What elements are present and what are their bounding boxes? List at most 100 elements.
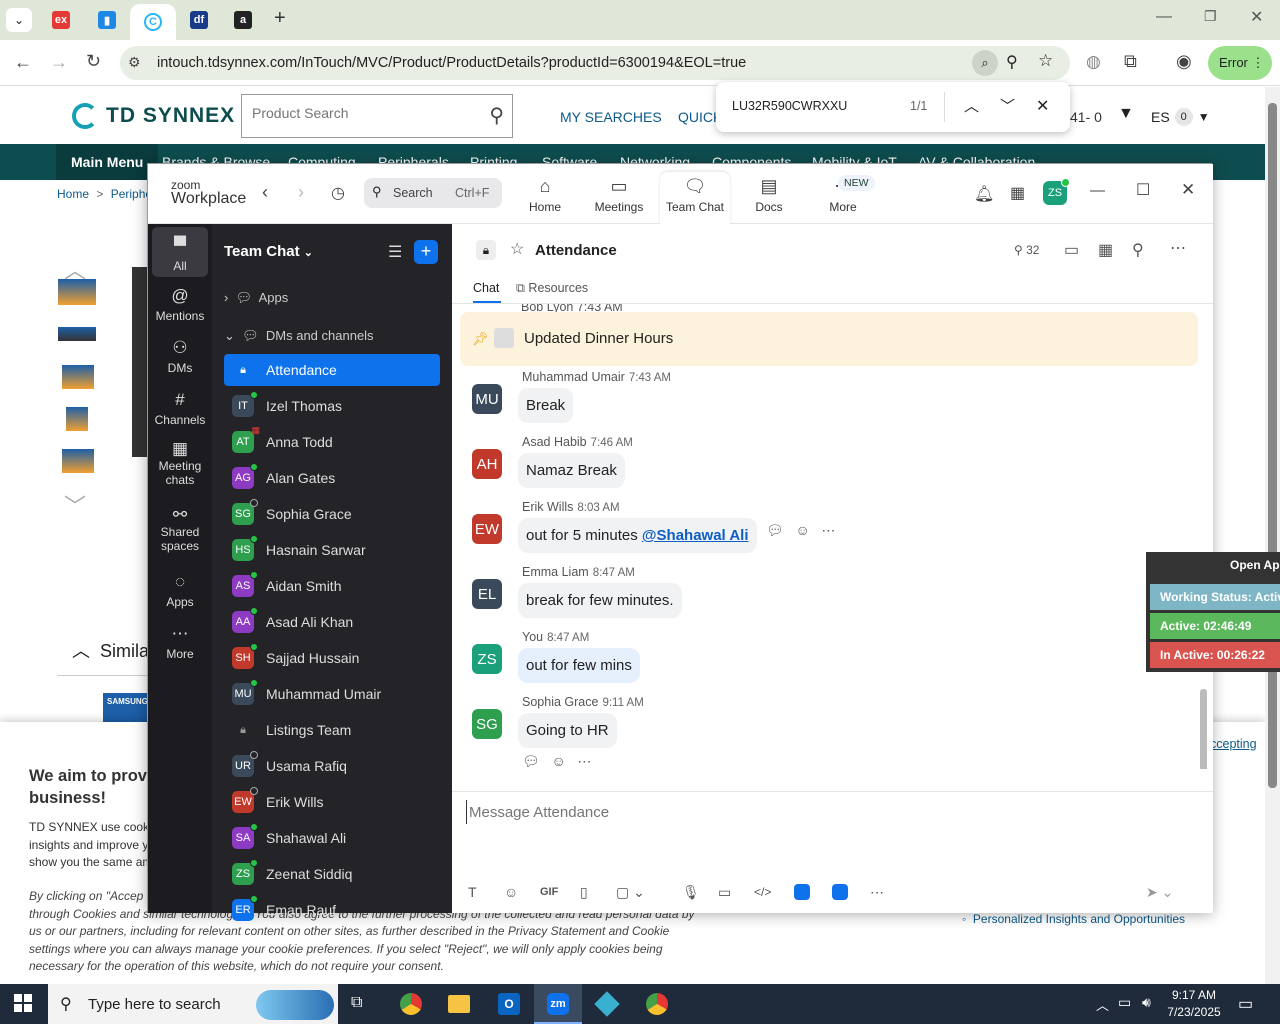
channel-item[interactable]: EW Erik Wills <box>224 786 440 818</box>
rail-all[interactable]: ▀ All <box>152 227 208 277</box>
apps-section[interactable]: › 💬︎ Apps <box>224 290 288 306</box>
microphone-icon[interactable]: 🎙︎ <box>682 884 700 901</box>
chrome-taskbar-icon[interactable] <box>400 993 422 1015</box>
browser-tab-ex[interactable]: ex <box>44 6 78 34</box>
product-thumbnail-1[interactable] <box>58 279 96 305</box>
product-thumbnail-5[interactable] <box>62 449 94 473</box>
network-icon[interactable]: ▭ <box>1118 994 1131 1011</box>
chat-message[interactable]: AH Asad Habib 7:46 AM Namaz Break <box>472 435 1192 495</box>
windows-start-icon[interactable] <box>14 994 32 1012</box>
find-in-page-icon[interactable]: ⌕ <box>972 50 998 76</box>
breadcrumb-home[interactable]: Home <box>57 187 89 201</box>
zoom-minimize-button[interactable]: — <box>1090 182 1105 199</box>
find-next-icon[interactable]: ﹀ <box>1000 95 1015 116</box>
mention-link[interactable]: @Shahawal Ali <box>642 527 749 544</box>
pinned-message[interactable]: 📌︎ Updated Dinner Hours <box>460 312 1198 366</box>
more-actions-icon[interactable]: ⋯ <box>577 753 591 769</box>
product-thumbnail-2[interactable] <box>58 327 96 341</box>
new-tab-button[interactable]: + <box>274 7 286 30</box>
restore-window-button[interactable]: ❐ <box>1204 8 1217 25</box>
sender-name[interactable]: Asad Habib <box>522 435 587 449</box>
tab-meetings[interactable]: ▭ Meetings <box>590 176 648 214</box>
video-message-icon[interactable]: ▭ <box>718 884 731 901</box>
tab-home[interactable]: ⌂ Home <box>518 176 572 214</box>
channel-item[interactable]: 🔒︎ Attendance <box>224 354 440 386</box>
browser-tab-2[interactable]: ▮ <box>90 6 124 34</box>
emoji-reaction-icon[interactable]: ☺ <box>551 753 565 769</box>
channel-item[interactable]: SA Shahawal Ali <box>224 822 440 854</box>
calendar-icon[interactable]: ▦ <box>1010 183 1025 203</box>
sender-name[interactable]: Emma Liam <box>522 565 589 579</box>
history-icon[interactable]: ◷ <box>331 183 345 203</box>
video-icon[interactable]: ▭ <box>1064 240 1079 260</box>
open-app-button[interactable]: Open Ap <box>1230 558 1280 572</box>
cart-dropdown-icon[interactable]: ▼ <box>1118 105 1134 123</box>
gif-button[interactable]: GIF <box>540 886 558 898</box>
notifications-icon[interactable]: ▭ <box>1238 994 1253 1014</box>
message-avatar[interactable]: MU <box>472 384 502 414</box>
message-compose-input[interactable] <box>466 800 1166 824</box>
rail-shared-spaces[interactable]: ⚯ Shared spaces <box>152 506 208 553</box>
more-options-icon[interactable]: ⋯ <box>1170 238 1186 258</box>
cart-count[interactable]: 41- 0 <box>1070 109 1102 125</box>
similar-products-heading[interactable]: ︿ Simila <box>72 637 149 663</box>
emoji-icon[interactable]: ☺ <box>504 884 518 900</box>
team-chat-title[interactable]: Team Chat ⌄ <box>224 243 313 260</box>
emoji-reaction-icon[interactable]: ☺ <box>795 522 809 538</box>
rail-dms[interactable]: ⚇ DMs <box>152 338 208 375</box>
task-view-icon[interactable]: ⧉ <box>351 994 362 1012</box>
message-avatar[interactable]: SG <box>472 709 502 739</box>
tab-team-chat[interactable]: 🗨 Team Chat <box>660 172 730 224</box>
my-searches-link[interactable]: MY SEARCHES <box>560 109 662 125</box>
code-icon[interactable]: </> <box>754 885 771 899</box>
rail-more[interactable]: ⋯ More <box>152 624 208 661</box>
url-text[interactable]: intouch.tdsynnex.com/InTouch/MVC/Product… <box>157 55 746 71</box>
new-chat-button[interactable]: + <box>414 240 438 264</box>
product-search-box[interactable]: ⚲ <box>241 94 513 138</box>
tab-docs[interactable]: ▤ Docs <box>744 176 794 214</box>
sender-name[interactable]: Sophia Grace <box>522 695 598 709</box>
file-explorer-icon[interactable] <box>448 995 470 1013</box>
tray-chevron-icon[interactable]: ︿ <box>1096 995 1109 1014</box>
translate-icon[interactable]: ◍ <box>1086 52 1101 72</box>
chat-message[interactable]: SG Sophia Grace 9:11 AM Going to HR <box>472 695 1192 755</box>
search-icon[interactable]: ⚲ <box>489 103 504 128</box>
message-bubble[interactable]: out for few mins <box>518 648 640 683</box>
product-search-input[interactable] <box>252 105 472 121</box>
clock[interactable]: 9:17 AM 7/23/2025 <box>1164 987 1224 1021</box>
rail-apps[interactable]: ◌ Apps <box>152 572 208 609</box>
forward-icon[interactable]: → <box>50 52 68 73</box>
zoom-icon[interactable]: ⚲ <box>1006 52 1018 72</box>
site-info-icon[interactable]: ⚙ <box>128 54 141 71</box>
find-previous-icon[interactable]: ︿ <box>964 95 979 116</box>
profile-error-button[interactable]: Error ⋮ <box>1208 46 1272 80</box>
chat-message[interactable]: EL Emma Liam 8:47 AM break for few minutes. <box>472 565 1192 625</box>
rail-mentions[interactable]: @ Mentions <box>152 286 208 323</box>
accepting-link[interactable]: ccepting <box>1210 737 1257 751</box>
back-icon[interactable]: ← <box>14 52 32 73</box>
browser-tab-active[interactable]: C <box>130 4 176 40</box>
message-bubble[interactable]: out for 5 minutes @Shahawal Ali <box>518 518 757 553</box>
avatar[interactable]: ZS <box>1043 178 1070 205</box>
rail-meeting-chats[interactable]: ▦ Meeting chats <box>152 440 208 487</box>
zoom-close-button[interactable]: ✕ <box>1181 180 1195 200</box>
more-tools-icon[interactable]: ⋯ <box>870 884 884 901</box>
channel-item[interactable]: ZS Zeenat Siddiq <box>224 858 440 890</box>
extensions-icon[interactable]: ⧉ <box>1124 51 1137 72</box>
app-diamond-icon[interactable] <box>594 991 620 1017</box>
channel-item[interactable]: SG Sophia Grace <box>224 498 440 530</box>
back-arrow-icon[interactable]: ‹ <box>262 182 268 203</box>
zoom-taskbar-icon[interactable]: zm <box>534 984 582 1024</box>
language-selector[interactable]: ES 0 ▼ <box>1151 108 1210 126</box>
page-scrollbar[interactable] <box>1265 87 1280 984</box>
channel-item[interactable]: AG Alan Gates <box>224 462 440 494</box>
scrollbar-thumb[interactable] <box>1268 103 1277 788</box>
channel-item[interactable]: AA Asad Ali Khan <box>224 606 440 638</box>
browser-tab-amazon[interactable]: a <box>226 6 260 34</box>
channel-item[interactable]: ER Eman Rauf <box>224 894 440 926</box>
profile-icon[interactable]: ◉ <box>1176 51 1192 72</box>
text-format-icon[interactable]: T <box>468 884 477 900</box>
thumbnail-down-icon[interactable]: ﹀ <box>64 489 86 521</box>
volume-icon[interactable]: 🔊︎ <box>1142 994 1151 1011</box>
reply-icon[interactable]: 💬︎ <box>766 522 784 538</box>
